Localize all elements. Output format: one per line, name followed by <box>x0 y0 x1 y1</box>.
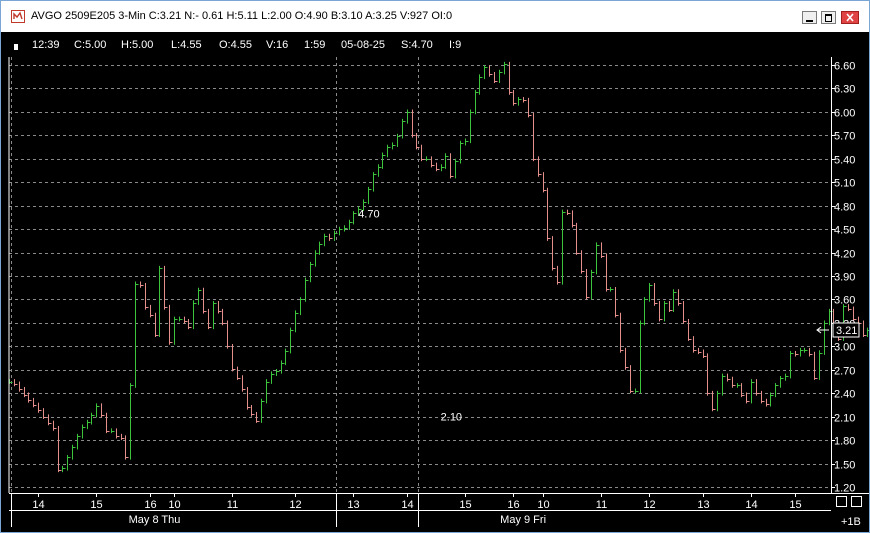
y-tick-label: 2.10 <box>834 413 855 425</box>
y-tick-label: 4.20 <box>834 249 855 261</box>
x-tick-label: 13 <box>697 499 709 511</box>
y-tick-label: 5.70 <box>834 131 855 143</box>
plot-area <box>9 57 831 493</box>
y-tick-label: 4.80 <box>834 202 855 214</box>
y-tick-label: 5.40 <box>834 155 855 167</box>
corner-box-right <box>851 496 862 507</box>
y-tick-label: 5.10 <box>834 178 855 190</box>
price-annotation: 2.10 <box>441 412 462 424</box>
y-tick-label: 1.50 <box>834 460 855 472</box>
y-tick-label: 2.40 <box>834 389 855 401</box>
x-tick-label: 16 <box>144 499 156 511</box>
corner-box-left <box>836 496 847 507</box>
x-tick-label: 11 <box>227 499 238 511</box>
x-tick-label: 12 <box>643 499 655 511</box>
x-tick-label: 12 <box>289 499 301 511</box>
last-price-label: 3.21 <box>836 325 857 337</box>
y-tick-label: 3.90 <box>834 272 855 284</box>
x-tick-label: 15 <box>90 499 102 511</box>
y-tick-label: 4.50 <box>834 225 855 237</box>
x-tick-label: 11 <box>596 499 607 511</box>
x-tick-label: 14 <box>401 499 413 511</box>
x-tick-label: 10 <box>537 499 549 511</box>
x-tick-label: 13 <box>347 499 359 511</box>
x-tick-label: 14 <box>745 499 757 511</box>
chart-window: AVGO 2509E205 3-Min C:3.21 N:- 0.61 H:5.… <box>0 0 870 533</box>
corner-label: +1B <box>841 516 861 528</box>
price-annotation: 4.70 <box>358 208 379 220</box>
x-tick-label: 15 <box>789 499 801 511</box>
session-label: May 8 Thu <box>129 514 181 526</box>
y-tick-label: 3.60 <box>834 295 855 307</box>
price-chart[interactable]: 4.702.10 1.201.501.802.102.402.703.003.3… <box>1 1 869 532</box>
y-tick-label: 1.80 <box>834 436 855 448</box>
x-tick-label: 14 <box>32 499 44 511</box>
y-tick-label: 2.70 <box>834 366 855 378</box>
session-label: May 9 Fri <box>500 514 546 526</box>
grid-layer <box>9 57 831 493</box>
x-tick-label: 16 <box>507 499 519 511</box>
y-tick-label: 1.20 <box>834 483 855 495</box>
y-tick-label: 6.60 <box>834 61 855 73</box>
y-tick-label: 6.00 <box>834 108 855 120</box>
y-tick-label: 6.30 <box>834 84 855 96</box>
x-tick-label: 10 <box>168 499 180 511</box>
x-tick-label: 15 <box>459 499 471 511</box>
y-tick-label: 3.00 <box>834 342 855 354</box>
